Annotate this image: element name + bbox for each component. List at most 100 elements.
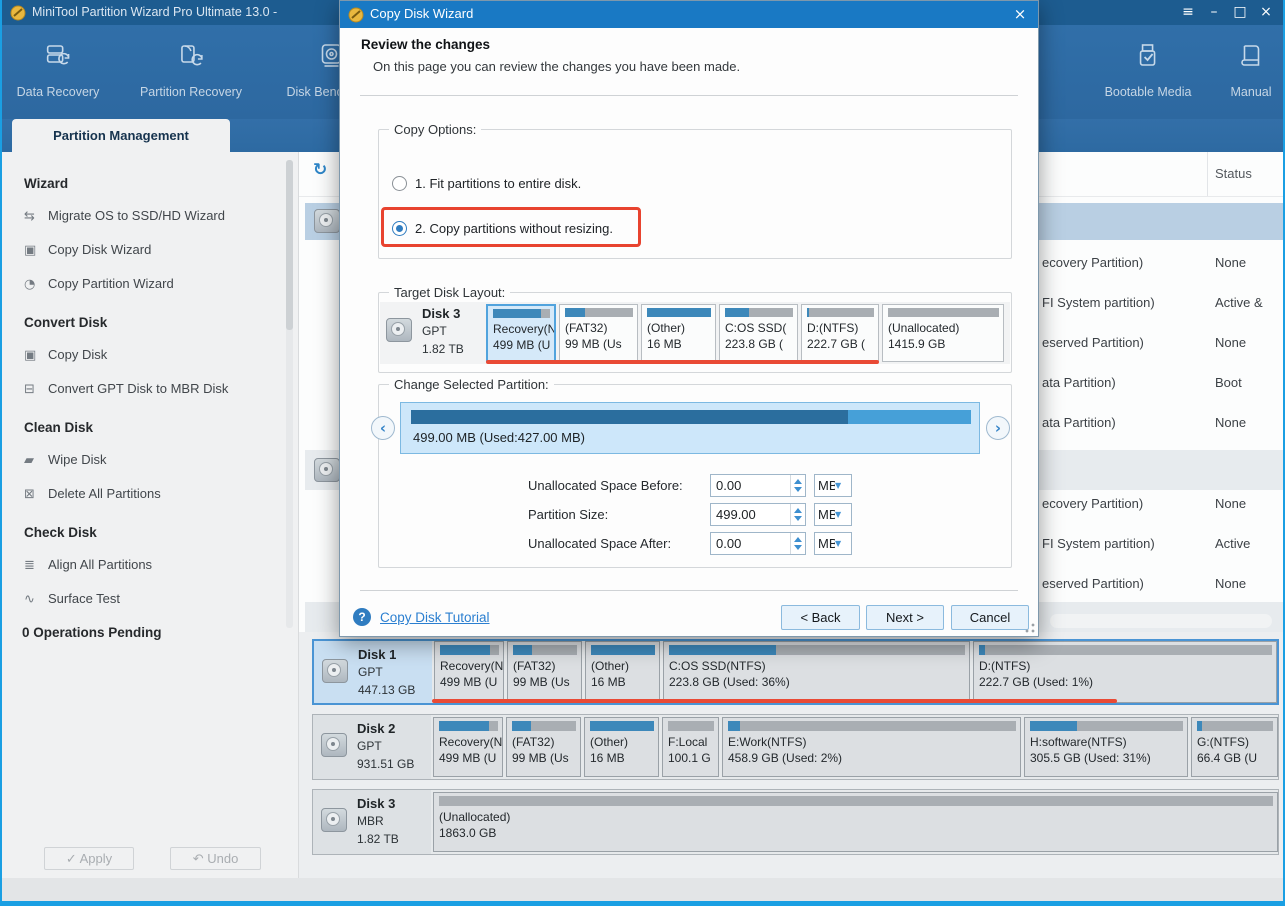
disk-map-row-disk3[interactable]: Disk 3 MBR 1.82 TB (Unallocated)1863.0 G… — [312, 789, 1279, 855]
apply-button[interactable]: ✓ Apply — [44, 847, 134, 870]
target-partition-block[interactable]: (Unallocated)1415.9 GB — [882, 304, 1004, 362]
disk-icon — [321, 733, 347, 757]
partition-status-cell[interactable]: Active & — [1215, 295, 1263, 310]
disk-map-row-disk2[interactable]: Disk 2 GPT 931.51 GB Recovery(N499 MB (U… — [312, 714, 1279, 780]
partition-block[interactable]: Recovery(N499 MB (U — [433, 717, 503, 777]
dialog-title-bar[interactable]: Copy Disk Wizard × — [340, 1, 1038, 28]
target-partition-block[interactable]: C:OS SSD(223.8 GB ( — [719, 304, 798, 362]
sidebar-item-surface-test[interactable]: ∿Surface Test — [24, 591, 120, 607]
next-button[interactable]: Next > — [866, 605, 944, 630]
partition-status-cell[interactable]: Active — [1215, 536, 1250, 551]
partition-block[interactable]: Recovery(N499 MB (U — [434, 641, 504, 703]
menu-icon[interactable]: ≡ — [1175, 2, 1201, 23]
partition-block[interactable]: D:(NTFS)222.7 GB (Used: 1%) — [973, 641, 1277, 703]
partition-size-label: 499.00 MB (Used:427.00 MB) — [413, 430, 585, 445]
field-label: Unallocated Space Before: — [528, 478, 683, 493]
sidebar-item-align-all-partitions[interactable]: ≣Align All Partitions — [24, 557, 152, 573]
usage-bar — [888, 308, 999, 317]
disk2-header[interactable]: Disk 2 GPT 931.51 GB — [313, 715, 431, 779]
copy-disk-icon: ▣ — [24, 348, 48, 363]
unit-dropdown[interactable]: MB▼ — [814, 532, 852, 555]
sidebar-item-delete-all-partitions[interactable]: ⊠Delete All Partitions — [24, 486, 161, 502]
disk-icon — [386, 318, 412, 342]
partition-block[interactable]: H:software(NTFS)305.5 GB (Used: 31%) — [1024, 717, 1188, 777]
resize-grip[interactable] — [1025, 623, 1035, 633]
partition-block[interactable]: (Other)16 MB — [584, 717, 659, 777]
sidebar: Wizard ⇆Migrate OS to SSD/HD Wizard ▣Cop… — [2, 152, 299, 878]
unallocated-before-input[interactable]: 0.00 — [710, 474, 806, 497]
toolbar-item-bootable-media[interactable]: Bootable Media — [1105, 43, 1192, 99]
partition-status-cell[interactable]: None — [1215, 415, 1246, 430]
toolbar-item-data-recovery[interactable]: Data Recovery — [17, 43, 100, 99]
status-column-header[interactable]: Status — [1215, 166, 1252, 181]
wipe-disk-icon: ▰ — [24, 453, 48, 468]
sidebar-item-wipe-disk[interactable]: ▰Wipe Disk — [24, 452, 107, 468]
partition-block[interactable]: (Unallocated)1863.0 GB — [433, 792, 1278, 852]
partition-block[interactable]: C:OS SSD(NTFS)223.8 GB (Used: 36%) — [663, 641, 970, 703]
spinner-control[interactable] — [790, 504, 805, 525]
dialog-close-button[interactable]: × — [1006, 3, 1034, 26]
target-partition-block[interactable]: (Other)16 MB — [641, 304, 716, 362]
unit-dropdown[interactable]: MB▼ — [814, 503, 852, 526]
help-icon[interactable]: ? — [353, 608, 371, 626]
partition-type-cell[interactable]: FI System partition) — [1042, 536, 1155, 551]
partition-status-cell[interactable]: None — [1215, 255, 1246, 270]
sidebar-item-migrate-os[interactable]: ⇆Migrate OS to SSD/HD Wizard — [24, 208, 225, 224]
maximize-button[interactable]: □ — [1227, 2, 1253, 23]
partition-block[interactable]: E:Work(NTFS)458.9 GB (Used: 2%) — [722, 717, 1021, 777]
selected-partition-box[interactable]: 499.00 MB (Used:427.00 MB) — [400, 402, 980, 454]
status-bar — [2, 878, 1283, 901]
partition-type-cell[interactable]: ecovery Partition) — [1042, 496, 1143, 511]
sidebar-item-convert-gpt-mbr[interactable]: ⊟Convert GPT Disk to MBR Disk — [24, 381, 228, 397]
target-partition-block[interactable]: (FAT32)99 MB (Us — [559, 304, 638, 362]
cancel-button[interactable]: Cancel — [951, 605, 1029, 630]
spinner-control[interactable] — [790, 533, 805, 554]
partition-block[interactable]: (FAT32)99 MB (Us — [506, 717, 581, 777]
sidebar-scrollbar-thumb[interactable] — [286, 160, 293, 330]
copy-disk-tutorial-link[interactable]: Copy Disk Tutorial — [380, 610, 490, 625]
partition-status-cell[interactable]: Boot — [1215, 375, 1242, 390]
toolbar-item-partition-recovery[interactable]: Partition Recovery — [140, 43, 242, 99]
partition-next-arrow[interactable]: › — [986, 416, 1010, 440]
partition-prev-arrow[interactable]: ‹ — [371, 416, 395, 440]
align-all-icon: ≣ — [24, 558, 48, 573]
disk-size: 1.82 TB — [357, 832, 399, 846]
partition-type-cell[interactable]: eserved Partition) — [1042, 576, 1144, 591]
undo-arrow-icon: ↶ — [193, 852, 204, 867]
disk3-header[interactable]: Disk 3 MBR 1.82 TB — [313, 790, 431, 854]
partition-status-cell[interactable]: None — [1215, 576, 1246, 591]
radio-fit-partitions[interactable] — [392, 176, 407, 191]
target-partition-block[interactable]: Recovery(N499 MB (U — [486, 304, 556, 362]
tab-partition-management[interactable]: Partition Management — [12, 119, 230, 152]
partition-status-cell[interactable]: None — [1215, 496, 1246, 511]
toolbar-item-manual[interactable]: Manual — [1231, 43, 1272, 99]
disk-map-row-disk1[interactable]: Disk 1 GPT 447.13 GB Recovery(N499 MB (U… — [312, 639, 1279, 705]
sidebar-item-copy-disk-wizard[interactable]: ▣Copy Disk Wizard — [24, 242, 151, 258]
partition-block[interactable]: G:(NTFS)66.4 GB (U — [1191, 717, 1278, 777]
unit-dropdown[interactable]: MB▼ — [814, 474, 852, 497]
partition-block[interactable]: F:Local100.1 G — [662, 717, 719, 777]
horizontal-scrollbar[interactable] — [1050, 614, 1272, 628]
partition-type-cell[interactable]: eserved Partition) — [1042, 335, 1144, 350]
spinner-control[interactable] — [790, 475, 805, 496]
disk1-header[interactable]: Disk 1 GPT 447.13 GB — [314, 641, 432, 703]
unallocated-after-input[interactable]: 0.00 — [710, 532, 806, 555]
minimize-button[interactable]: – — [1201, 2, 1227, 23]
partition-type-cell[interactable]: FI System partition) — [1042, 295, 1155, 310]
refresh-icon[interactable]: ↻ — [313, 160, 327, 180]
red-underline-annotation — [486, 360, 879, 364]
back-button[interactable]: < Back — [781, 605, 860, 630]
partition-type-cell[interactable]: ata Partition) — [1042, 415, 1116, 430]
partition-size-input[interactable]: 499.00 — [710, 503, 806, 526]
partition-type-cell[interactable]: ata Partition) — [1042, 375, 1116, 390]
radio-fit-partitions-label[interactable]: 1. Fit partitions to entire disk. — [415, 176, 581, 191]
target-partition-block[interactable]: D:(NTFS)222.7 GB ( — [801, 304, 879, 362]
undo-button[interactable]: ↶ Undo — [170, 847, 261, 870]
partition-block[interactable]: (Other)16 MB — [585, 641, 660, 703]
partition-block[interactable]: (FAT32)99 MB (Us — [507, 641, 582, 703]
sidebar-item-copy-disk[interactable]: ▣Copy Disk — [24, 347, 107, 363]
sidebar-item-copy-partition-wizard[interactable]: ◔Copy Partition Wizard — [24, 276, 174, 292]
partition-status-cell[interactable]: None — [1215, 335, 1246, 350]
close-button[interactable]: × — [1253, 2, 1279, 23]
partition-type-cell[interactable]: ecovery Partition) — [1042, 255, 1143, 270]
